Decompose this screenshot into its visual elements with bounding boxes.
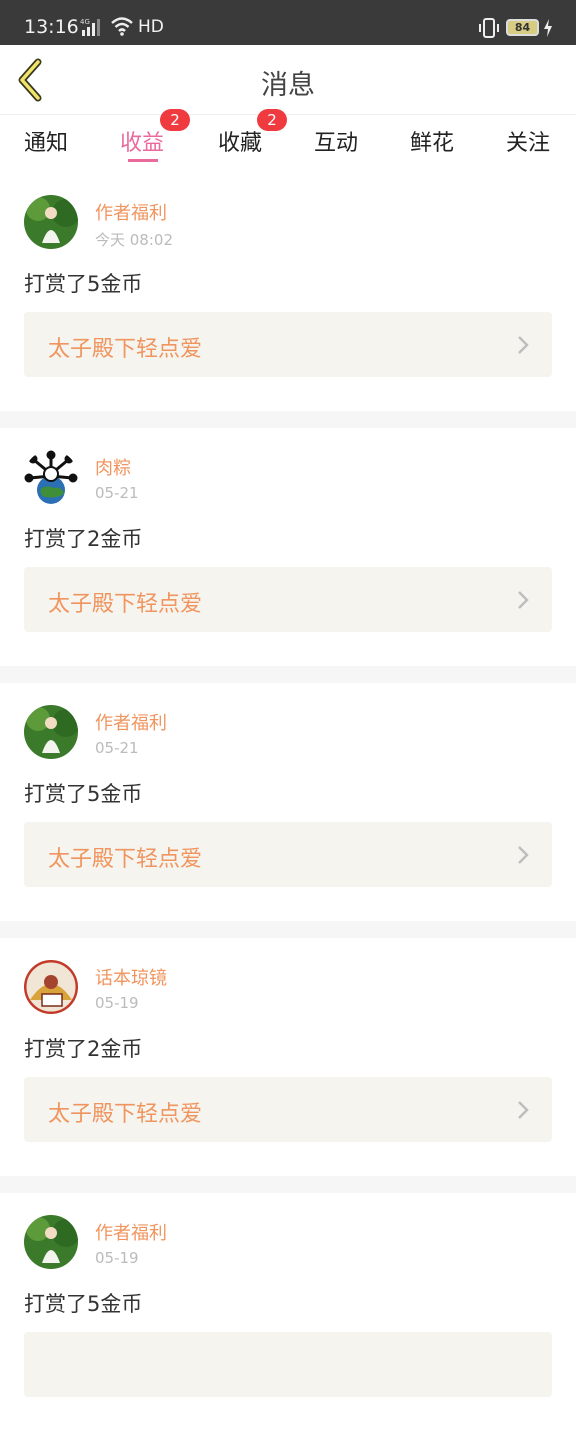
sender-name[interactable]: 肉粽 <box>95 454 131 480</box>
tab-flowers[interactable]: 鲜花 <box>410 125 454 157</box>
book-link[interactable]: 太子殿下轻点爱 <box>24 312 552 377</box>
book-link[interactable]: 太子殿下轻点爱 <box>24 1077 552 1142</box>
app-header: 消息 <box>0 45 576 115</box>
tab-bar: 通知 收益 2 收藏 2 互动 鲜花 关注 <box>0 109 576 173</box>
sender-name[interactable]: 话本琼镜 <box>95 964 167 990</box>
tab-favorites[interactable]: 收藏 <box>218 125 262 157</box>
book-title: 太子殿下轻点爱 <box>48 592 203 617</box>
book-title: 太子殿下轻点爱 <box>48 1102 203 1127</box>
vibrate-icon <box>479 18 499 38</box>
status-bar: 13:16 4G HD 84 <box>0 0 576 45</box>
network-label: HD <box>138 17 164 37</box>
message-text: 打赏了5金币 <box>24 272 143 296</box>
message-list: 作者福利 今天 08:02 打赏了5金币 太子殿下轻点爱 肉粽 05-21 打赏… <box>0 173 576 1431</box>
message-time: 今天 08:02 <box>95 231 173 249</box>
message-text: 打赏了2金币 <box>24 527 143 551</box>
tab-follow[interactable]: 关注 <box>506 125 550 157</box>
avatar[interactable] <box>24 960 78 1014</box>
avatar[interactable] <box>24 1215 78 1269</box>
book-link[interactable]: 太子殿下轻点爱 <box>24 822 552 887</box>
message-card: 肉粽 05-21 打赏了2金币 太子殿下轻点爱 <box>0 428 576 666</box>
chevron-right-icon <box>518 591 529 609</box>
book-title: 太子殿下轻点爱 <box>48 337 203 362</box>
message-text: 打赏了5金币 <box>24 1292 143 1316</box>
favorites-badge: 2 <box>257 109 287 131</box>
chevron-right-icon <box>518 1101 529 1119</box>
tab-notice[interactable]: 通知 <box>24 125 68 157</box>
sender-name[interactable]: 作者福利 <box>95 709 167 735</box>
tab-earnings[interactable]: 收益 <box>120 125 164 157</box>
divider <box>0 666 576 683</box>
book-link[interactable] <box>24 1332 552 1397</box>
sender-name[interactable]: 作者福利 <box>95 1219 167 1245</box>
chevron-right-icon <box>518 846 529 864</box>
message-time: 05-21 <box>95 484 139 502</box>
sender-name[interactable]: 作者福利 <box>95 199 167 225</box>
message-text: 打赏了5金币 <box>24 782 143 806</box>
message-card: 话本琼镜 05-19 打赏了2金币 太子殿下轻点爱 <box>0 938 576 1176</box>
avatar[interactable] <box>24 450 78 504</box>
message-card: 作者福利 05-21 打赏了5金币 太子殿下轻点爱 <box>0 683 576 921</box>
tab-interaction[interactable]: 互动 <box>314 125 358 157</box>
divider <box>0 1176 576 1193</box>
book-link[interactable]: 太子殿下轻点爱 <box>24 567 552 632</box>
divider <box>0 921 576 938</box>
earnings-badge: 2 <box>160 109 190 131</box>
book-title: 太子殿下轻点爱 <box>48 847 203 872</box>
svg-text:4G: 4G <box>80 18 90 26</box>
status-time: 13:16 <box>24 16 79 38</box>
message-card: 作者福利 05-19 打赏了5金币 <box>0 1193 576 1431</box>
active-tab-indicator <box>128 159 158 162</box>
avatar[interactable] <box>24 195 78 249</box>
wifi-icon <box>111 17 133 36</box>
message-text: 打赏了2金币 <box>24 1037 143 1061</box>
divider <box>0 411 576 428</box>
charging-icon <box>544 19 552 37</box>
battery-icon: 84 <box>506 19 539 36</box>
message-time: 05-19 <box>95 994 139 1012</box>
page-title: 消息 <box>261 70 315 101</box>
avatar[interactable] <box>24 705 78 759</box>
signal-icon: 4G <box>80 18 100 36</box>
message-time: 05-19 <box>95 1249 139 1267</box>
message-time: 05-21 <box>95 739 139 757</box>
chevron-right-icon <box>518 336 529 354</box>
message-card: 作者福利 今天 08:02 打赏了5金币 太子殿下轻点爱 <box>0 173 576 411</box>
